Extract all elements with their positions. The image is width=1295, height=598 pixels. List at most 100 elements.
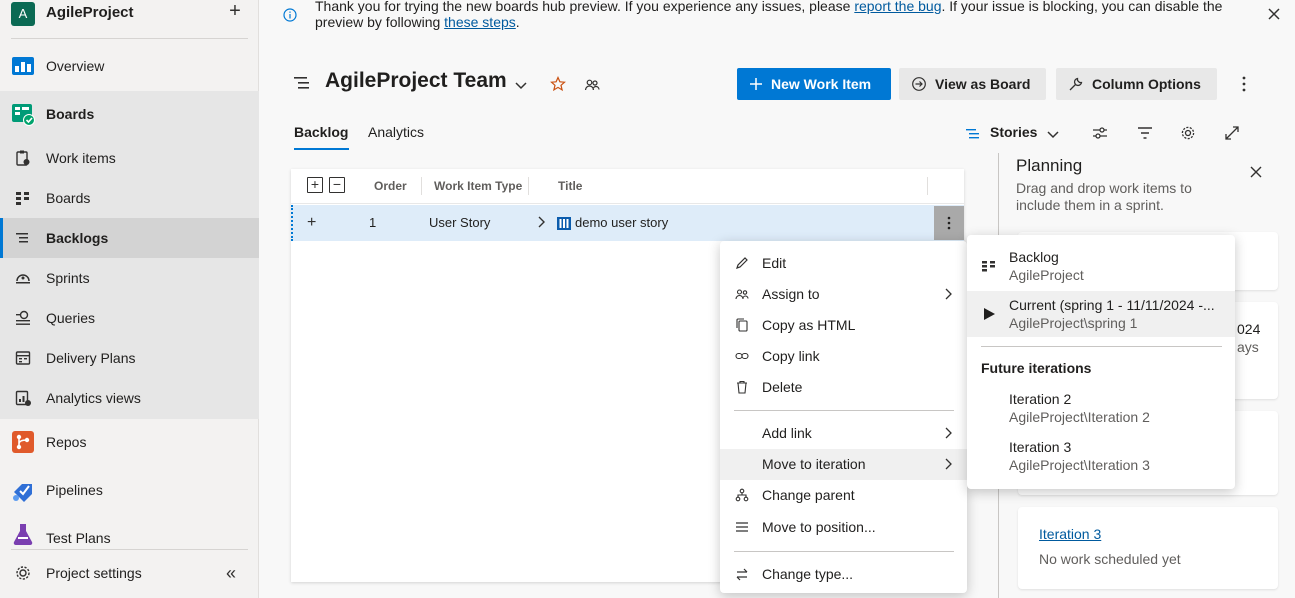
row-more-actions-button[interactable] (934, 206, 964, 240)
expand-all-button[interactable]: + (307, 177, 323, 193)
menu-item-label: Move to iteration (762, 456, 866, 472)
menu-item-move-to-iteration[interactable]: Move to iteration (720, 449, 967, 480)
new-work-item-button[interactable]: New Work Item (737, 68, 891, 100)
filter-icon[interactable] (1137, 125, 1153, 141)
menu-item-copy-link[interactable]: Copy link (720, 341, 967, 372)
add-child-button[interactable]: + (307, 214, 316, 232)
sidebar-item-project-settings[interactable]: Project settings (0, 553, 259, 593)
sidebar-item-sprints[interactable]: Sprints (0, 258, 259, 298)
boards-hub-icon (11, 102, 35, 126)
sidebar-item-label: Project settings (46, 565, 142, 581)
arrow-circle-icon (911, 76, 927, 92)
chevron-right-icon (942, 458, 954, 470)
gear-icon[interactable] (1180, 125, 1196, 141)
submenu-item-path: AgileProject\Iteration 3 (1009, 457, 1150, 473)
submenu-item-iteration-3[interactable]: Iteration 3 AgileProject\Iteration 3 (967, 433, 1235, 479)
submenu-item-current[interactable]: Current (spring 1 - 11/11/2024 -... Agil… (967, 291, 1235, 337)
overview-icon (11, 54, 35, 78)
preview-banner-text: Thank you for trying the new boards hub … (315, 0, 1235, 30)
sidebar-item-work-items[interactable]: Work items (0, 138, 259, 178)
column-header-order[interactable]: Order (374, 179, 407, 193)
menu-item-change-type[interactable]: Change type... (720, 559, 967, 590)
add-project-button[interactable]: + (225, 1, 245, 22)
sidebar-item-queries[interactable]: Queries (0, 298, 259, 338)
fullscreen-icon[interactable] (1224, 125, 1240, 141)
org-avatar[interactable]: A (11, 2, 35, 26)
sidebar-item-repos[interactable]: Repos (0, 422, 259, 462)
menu-item-label: Edit (762, 255, 787, 271)
column-header-title[interactable]: Title (558, 179, 582, 193)
sidebar-item-pipelines[interactable]: Pipelines (0, 470, 259, 510)
menu-item-label: Delete (762, 379, 803, 395)
chevron-down-icon[interactable] (1046, 127, 1060, 141)
menu-item-assign-to[interactable]: Assign to (720, 279, 967, 310)
favorite-star-icon[interactable] (550, 76, 566, 92)
menu-divider (734, 551, 954, 552)
sidebar-item-delivery-plans[interactable]: Delivery Plans (0, 338, 259, 378)
menu-item-add-link[interactable]: Add link (720, 418, 967, 449)
menu-item-edit[interactable]: Edit (720, 248, 967, 279)
backlog-icon (14, 229, 32, 247)
view-as-board-button[interactable]: View as Board (899, 68, 1046, 100)
submenu-divider (981, 346, 1222, 347)
menu-item-label: Copy as HTML (762, 317, 856, 333)
these-steps-link[interactable]: these steps (444, 14, 516, 30)
submenu-item-title: Current (spring 1 - 11/11/2024 -... (1009, 297, 1215, 313)
chevron-down-icon[interactable] (514, 78, 528, 92)
menu-item-label: Change type... (762, 566, 854, 582)
row-order: 1 (369, 215, 377, 230)
column-header-type[interactable]: Work Item Type (434, 179, 522, 193)
tab-analytics[interactable]: Analytics (368, 124, 424, 140)
collapse-sidebar-button[interactable]: « (226, 564, 244, 583)
menu-item-label: Move to position... (762, 519, 876, 535)
sidebar-item-overview[interactable]: Overview (0, 46, 259, 86)
page-title: AgileProject Team (325, 69, 507, 92)
chevron-right-icon[interactable] (534, 215, 548, 229)
report-bug-link[interactable]: report the bug (854, 0, 941, 14)
iteration-card-dates: 024 (1237, 321, 1261, 337)
menu-item-change-parent[interactable]: Change parent (720, 480, 967, 511)
sidebar-item-boards-hub[interactable]: Boards (0, 94, 259, 134)
column-divider (927, 177, 928, 195)
column-divider (421, 177, 422, 195)
row-title-link[interactable]: demo user story (575, 215, 668, 230)
sidebar-item-analytics-views[interactable]: Analytics views (0, 378, 259, 418)
play-icon (982, 307, 996, 321)
close-icon[interactable] (1249, 165, 1263, 179)
tab-backlog[interactable]: Backlog (294, 124, 348, 140)
backlog-level-icon (966, 127, 980, 141)
user-story-icon (557, 217, 571, 230)
wrench-icon (1068, 76, 1084, 92)
column-options-button[interactable]: Column Options (1056, 68, 1217, 100)
repos-icon (11, 430, 35, 454)
team-members-icon[interactable] (584, 77, 600, 93)
sidebar-item-label: Pipelines (46, 482, 103, 498)
planning-title: Planning (1016, 156, 1083, 175)
menu-item-move-to-position[interactable]: Move to position... (720, 512, 967, 543)
iteration-card-iteration-3[interactable] (1018, 507, 1278, 589)
work-items-icon (14, 149, 32, 167)
menu-item-copy-html[interactable]: Copy as HTML (720, 310, 967, 341)
column-divider (528, 177, 529, 195)
submenu-item-title: Backlog (1009, 249, 1059, 265)
close-banner-icon[interactable] (1266, 6, 1282, 22)
org-name[interactable]: AgileProject (46, 4, 134, 21)
submenu-item-iteration-2[interactable]: Iteration 2 AgileProject\Iteration 2 (967, 385, 1235, 431)
list-icon (735, 520, 749, 534)
copy-icon (735, 318, 749, 332)
collapse-all-button[interactable]: − (329, 177, 345, 193)
submenu-item-title: Iteration 3 (1009, 439, 1072, 455)
plus-icon (749, 77, 763, 91)
view-options-icon[interactable] (1092, 125, 1108, 141)
info-icon (283, 8, 297, 22)
backlog-level-selector[interactable]: Stories (990, 124, 1037, 140)
menu-item-delete[interactable]: Delete (720, 372, 967, 403)
planning-description: Drag and drop work items to include them… (1016, 180, 1192, 213)
submenu-item-backlog[interactable]: Backlog AgileProject (967, 243, 1235, 289)
sidebar-item-backlogs[interactable]: Backlogs (0, 218, 259, 258)
more-actions-icon[interactable] (1234, 74, 1254, 94)
banner-text-part: Thank you for trying the new boards hub … (315, 0, 855, 14)
sidebar-item-label: Boards (46, 106, 95, 122)
iteration-3-link[interactable]: Iteration 3 (1039, 526, 1101, 542)
sidebar-item-boards[interactable]: Boards (0, 178, 259, 218)
